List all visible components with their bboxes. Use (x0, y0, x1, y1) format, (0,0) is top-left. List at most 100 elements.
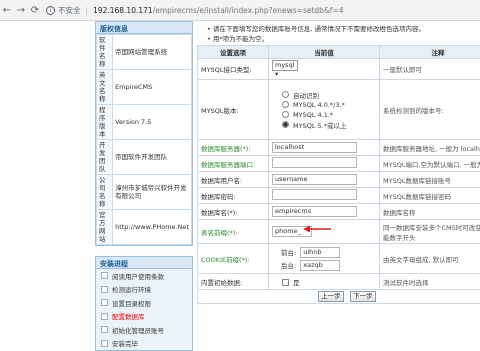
radio-label: MYSQL 4.1.* (293, 111, 333, 119)
builtin-data-label: 内置初始数据: (198, 274, 269, 290)
prev-step-button[interactable]: 上一步 (318, 291, 344, 302)
db-port-note: MYSQL端口,空为默认端口, 一般为空 (380, 156, 480, 172)
security-label: 不安全 (58, 5, 81, 16)
info-value: 漳州市芗城帝兴软件开发有限公司 (113, 175, 192, 210)
mysql-interface-note: 一般默认即可 (380, 59, 480, 80)
url-field[interactable]: 192.168.10.171/empirecms/e/install/index… (93, 6, 343, 15)
step-checkbox-icon (101, 313, 108, 320)
info-key: 开发团队 (97, 140, 113, 175)
db-name-note: 数据库名称 (380, 204, 480, 220)
step-label: 检测运行环境 (112, 284, 151, 294)
step-item: 设置目录权限 (96, 296, 192, 310)
builtin-data-checkbox[interactable] (282, 279, 289, 286)
info-value: Version 7.5 (113, 105, 192, 140)
radio-label: MYSQL 5.*或以上 (293, 120, 346, 130)
info-key: 英文名称 (97, 70, 113, 105)
forward-icon[interactable]: → (14, 5, 28, 16)
copyright-table: 软件名称帝国网站管理系统 英文名称EmpireCMS 程序版本Version 7… (96, 34, 192, 245)
back-icon[interactable]: ← (0, 5, 14, 16)
radio-selected-icon (282, 121, 289, 128)
col-header-note: 注释 (380, 46, 480, 59)
install-steps-title: 安装进程 (96, 257, 192, 269)
radio-label: MYSQL 4.0.*/3.* (293, 101, 345, 109)
step-checkbox-icon (101, 326, 108, 333)
step-item: 阅读用户使用条款 (96, 269, 192, 283)
instructions: 请在下面填写您的数据库账号信息, 通常情况下不需要修改橙色选项内容。 用*项为不… (197, 21, 480, 44)
info-value: 帝国网站管理系统 (113, 35, 192, 70)
next-step-button[interactable]: 下一步 (350, 291, 376, 302)
reload-icon[interactable]: ⟳ (28, 5, 42, 16)
instruction-line: 用*项为不能为空。 (207, 34, 480, 44)
copyright-title: 版权信息 (96, 22, 192, 34)
cookie-prefix-note: 由英文字母组成, 默认即可 (380, 244, 480, 274)
step-label: 初始化管理员账号 (112, 325, 164, 335)
mysql-version-label: MYSQL版本: (198, 80, 269, 140)
mysql-interface-value: mysql (275, 61, 295, 69)
url-host: 192.168.10.171 (93, 6, 153, 15)
step-checkbox-icon (101, 272, 108, 279)
db-port-label: 数据库服务器端口: (198, 156, 269, 172)
db-server-input[interactable]: localhost (272, 142, 357, 153)
table-prefix-note-line2: 能数字开头 (383, 234, 416, 242)
db-user-label: 数据库用户名: (198, 172, 269, 188)
security-indicator[interactable]: i 不安全 | (46, 5, 93, 16)
step-item: 初始化管理员账号 (96, 323, 192, 337)
cookie-prefix-label: COOKIE前缀(*): (198, 244, 269, 274)
db-pass-note: MYSQL数据库链接密码 (380, 188, 480, 204)
col-header-option: 设置选项 (198, 46, 269, 59)
info-icon: i (46, 6, 55, 15)
instruction-line: 请在下面填写您的数据库账号信息, 通常情况下不需要修改橙色选项内容。 (207, 24, 480, 34)
radio-icon (282, 111, 289, 118)
version-radio-41[interactable]: MYSQL 4.1.* (272, 110, 376, 120)
table-prefix-label: 表名前缀(*): (198, 220, 269, 244)
install-steps-box: 安装进程 阅读用户使用条款 检测运行环境 设置目录权限 配置数据库 初始化管理员… (95, 256, 193, 351)
info-value: 帝国软件开发团队 (113, 140, 192, 175)
db-pass-input[interactable] (272, 189, 357, 200)
address-bar: ← → ⟳ i 不安全 | 192.168.10.171/empirecms/e… (0, 0, 480, 21)
db-config-table: 设置选项 当前值 注释 MYSQL接口类型: mysql ▾ 一般默认即可 MY… (197, 45, 480, 304)
db-port-input[interactable] (272, 157, 357, 168)
db-user-input[interactable]: username (272, 174, 357, 185)
step-item: 检测运行环境 (96, 283, 192, 297)
step-label: 设置目录权限 (112, 298, 151, 308)
installer-page: 版权信息 软件名称帝国网站管理系统 英文名称EmpireCMS 程序版本Vers… (0, 21, 480, 301)
info-key: 官方网站 (97, 210, 113, 245)
mysql-interface-select[interactable]: mysql ▾ (272, 60, 298, 71)
copyright-box: 版权信息 软件名称帝国网站管理系统 英文名称EmpireCMS 程序版本Vers… (95, 21, 193, 246)
mysql-interface-label: MYSQL接口类型: (198, 59, 269, 80)
step-label: 阅读用户使用条款 (112, 271, 164, 281)
db-user-note: MYSQL数据库链接账号 (380, 172, 480, 188)
step-item-active: 配置数据库 (96, 310, 192, 324)
step-label: 安装完毕 (112, 338, 138, 348)
col-header-value: 当前值 (269, 46, 380, 59)
url-path: /empirecms/e/install/index.php?enews=set… (153, 6, 344, 15)
db-server-note: 数据库服务器地址, 一般为 localho (380, 140, 480, 156)
table-prefix-note-line1: 同一数据库安装多个CMS时可改变 (383, 224, 480, 232)
red-arrow-annotation (302, 224, 332, 234)
info-key: 程序版本 (97, 105, 113, 140)
version-radio-5[interactable]: MYSQL 5.*或以上 (272, 120, 376, 130)
db-name-input[interactable]: empirecms (272, 206, 357, 217)
main-content: 请在下面填写您的数据库账号信息, 通常情况下不需要修改橙色选项内容。 用*项为不… (197, 21, 480, 304)
db-server-label: 数据库服务器(*): (198, 140, 269, 156)
info-value: EmpireCMS (113, 70, 192, 105)
builtin-data-checkbox-label: 是 (293, 279, 300, 287)
cookie-front-label: 前台: (281, 247, 296, 257)
db-name-label: 数据库名(*): (198, 204, 269, 220)
version-radio-auto[interactable]: 自动识别 (272, 90, 376, 100)
step-checkbox-icon (101, 340, 108, 347)
version-radio-40[interactable]: MYSQL 4.0.*/3.* (272, 100, 376, 110)
radio-icon (282, 91, 289, 98)
cookie-front-input[interactable]: uihnb (300, 247, 340, 258)
db-pass-label: 数据库密码: (198, 188, 269, 204)
radio-icon (282, 101, 289, 108)
cookie-back-label: 后台: (281, 260, 296, 270)
step-checkbox-icon (101, 286, 108, 293)
sidebar: 版权信息 软件名称帝国网站管理系统 英文名称EmpireCMS 程序版本Vers… (95, 21, 193, 351)
step-checkbox-icon (101, 299, 108, 306)
cookie-back-input[interactable]: xazqb (300, 260, 340, 271)
builtin-data-note: 测试软件时选择 (380, 274, 480, 290)
official-site-link[interactable]: http://www.PHome.Net (113, 210, 192, 245)
step-item: 安装完毕 (96, 337, 192, 351)
mysql-version-note: 系统检测到的版本号: (380, 80, 480, 140)
